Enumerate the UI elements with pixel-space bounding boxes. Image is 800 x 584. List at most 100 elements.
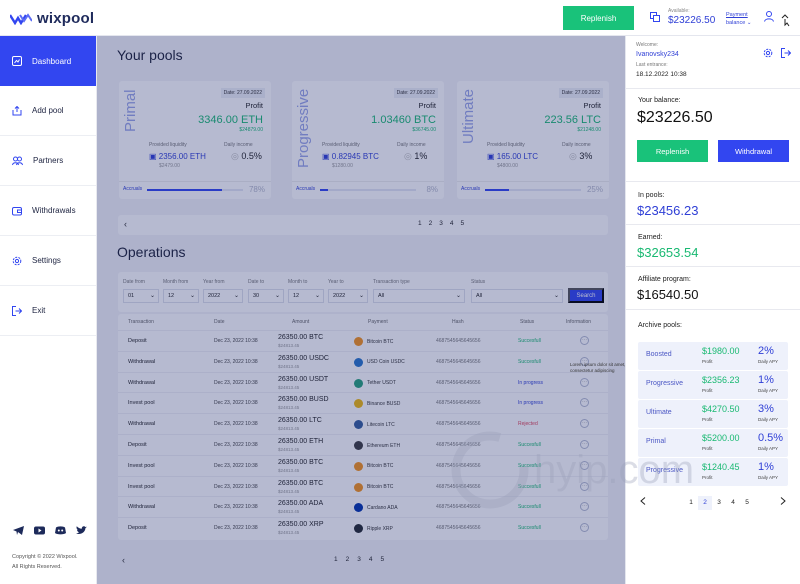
sidebar-item-withdrawals[interactable]: Withdrawals: [0, 186, 96, 236]
archive-pages: 12345: [684, 496, 754, 510]
page-number[interactable]: 3: [712, 496, 726, 510]
sidebar-item-label: Settings: [32, 256, 61, 265]
archive-pool-name: Ultimate: [646, 409, 672, 416]
archive-pool-apy: 1%: [758, 461, 774, 473]
available-balance: Available: $23226.50: [668, 8, 715, 26]
affiliate-value: $16540.50: [637, 287, 699, 302]
logo-text: wixpool: [37, 10, 95, 27]
archive-pool-profit-label: Profit: [702, 446, 713, 451]
withdrawals-icon: [12, 206, 22, 215]
sidebar-item-label: Partners: [33, 156, 64, 165]
archive-pool-apy: 1%: [758, 374, 774, 386]
in-pools-value: $23456.23: [637, 203, 699, 218]
youtube-icon[interactable]: [34, 526, 45, 535]
archive-pool-item[interactable]: Boosted $1980.00 Profit 2% Daily APY: [638, 342, 788, 370]
chevron-up-icon[interactable]: [781, 13, 791, 27]
chevron-right-icon[interactable]: [780, 497, 786, 505]
divider: [626, 224, 800, 225]
affiliate-label: Affiliate program:: [638, 276, 691, 283]
payment-balance-dropdown[interactable]: Payment balance ⌄: [726, 11, 751, 27]
watermark-logo-icon: [451, 431, 529, 509]
gear-icon[interactable]: [763, 48, 773, 58]
sidebar-item-label: Add pool: [32, 106, 64, 115]
replenish-button[interactable]: Replenish: [563, 6, 634, 30]
archive-pool-apy: 3%: [758, 403, 774, 415]
sidebar-item-label: Exit: [32, 306, 46, 315]
watermark-text: hyip.com: [534, 447, 695, 492]
copyright-line: Copyright © 2022 Wixpool.: [12, 554, 78, 560]
info-tooltip: Lorem ipsum dolor sit amet, consectetur …: [570, 362, 626, 373]
twitter-icon[interactable]: [76, 526, 87, 535]
page-number[interactable]: 2: [698, 496, 712, 510]
sidebar-item-label: Withdrawals: [32, 206, 76, 215]
sidebar-item-label: Dashboard: [32, 56, 72, 66]
sidebar-item-add-pool[interactable]: Add pool: [0, 86, 96, 136]
archive-pool-apy-label: Daily APY: [758, 388, 779, 393]
in-pools-label: In pools:: [638, 192, 665, 199]
earned-value: $32653.54: [637, 245, 699, 260]
archive-pool-apy-label: Daily APY: [758, 417, 779, 422]
sidebar-item-partners[interactable]: Partners: [0, 136, 96, 186]
wixpool-logo-icon: [10, 12, 32, 25]
welcome-label: Welcome:: [636, 42, 659, 48]
archive-pool-profit: $2356.23: [702, 375, 740, 385]
last-entrance-value: 18.12.2022 10:38: [636, 71, 687, 78]
sidebar-item-settings[interactable]: Settings: [0, 236, 96, 286]
telegram-icon[interactable]: [13, 526, 24, 535]
balance-label: Your balance:: [638, 97, 681, 104]
archive-pool-name: Progressive: [646, 380, 683, 387]
payment-balance-label-2: balance: [726, 20, 746, 26]
gear-icon: [12, 256, 22, 265]
watermark: hyip.com: [450, 430, 694, 510]
archive-pool-item[interactable]: Progressive $2356.23 Profit 1% Daily APY: [638, 371, 788, 399]
archive-pool-profit: $1240.45: [702, 462, 740, 472]
panel-replenish-button[interactable]: Replenish: [637, 140, 708, 162]
divider: [626, 309, 800, 310]
archive-pool-apy: 2%: [758, 345, 774, 357]
page-number[interactable]: 4: [726, 496, 740, 510]
copyright: Copyright © 2022 Wixpool. All Rights Res…: [12, 552, 78, 572]
dashboard-icon: [12, 56, 22, 66]
archive-pool-apy: 0.5%: [758, 432, 784, 444]
social-links: [13, 526, 87, 535]
withdrawal-button[interactable]: Withdrawal: [718, 140, 789, 162]
archive-pool-profit-label: Profit: [702, 388, 713, 393]
archive-pool-profit: $5200.00: [702, 433, 740, 443]
last-entrance-label: Last entrance:: [636, 62, 668, 68]
sidebar-item-dashboard[interactable]: Dashboard: [0, 36, 96, 86]
earned-label: Earned:: [638, 234, 663, 241]
divider: [626, 88, 800, 89]
available-label: Available:: [668, 8, 690, 14]
exit-icon[interactable]: [781, 48, 791, 58]
logo[interactable]: wixpool: [10, 10, 94, 27]
balance-value: $23226.50: [637, 109, 713, 126]
partners-icon: [12, 156, 23, 165]
payment-balance-label: Payment: [726, 12, 748, 18]
archive-pool-apy-label: Daily APY: [758, 446, 779, 451]
sidebar-item-exit[interactable]: Exit: [0, 286, 96, 336]
add-pool-icon: [12, 105, 22, 115]
archive-pool-apy-label: Daily APY: [758, 475, 779, 480]
archive-pool-profit-label: Profit: [702, 359, 713, 364]
chevron-down-icon: ⌄: [746, 20, 752, 26]
user-icon[interactable]: [764, 11, 774, 22]
discord-icon[interactable]: [55, 526, 66, 535]
archive-pool-item[interactable]: Ultimate $4270.50 Profit 3% Daily APY: [638, 400, 788, 428]
exit-icon: [12, 305, 22, 316]
sidebar: Dashboard Add pool Partners Withdrawals …: [0, 36, 97, 584]
wallet-icon[interactable]: [650, 12, 660, 22]
page-number[interactable]: 5: [740, 496, 754, 510]
top-bar: wixpool Replenish Available: $23226.50 P…: [0, 0, 800, 36]
archive-pool-profit-label: Profit: [702, 417, 713, 422]
archive-pools-label: Archive pools:: [638, 322, 682, 329]
archive-pool-apy-label: Daily APY: [758, 359, 779, 364]
username: Ivanovsky234: [636, 51, 679, 58]
archive-pool-profit-label: Profit: [702, 475, 713, 480]
archive-pool-profit: $4270.50: [702, 404, 740, 414]
divider: [626, 181, 800, 182]
divider: [626, 266, 800, 267]
archive-pool-profit: $1980.00: [702, 346, 740, 356]
available-value: $23226.50: [668, 15, 716, 26]
copyright-line: All Rights Reserved.: [12, 564, 62, 570]
archive-pool-name: Boosted: [646, 351, 672, 358]
